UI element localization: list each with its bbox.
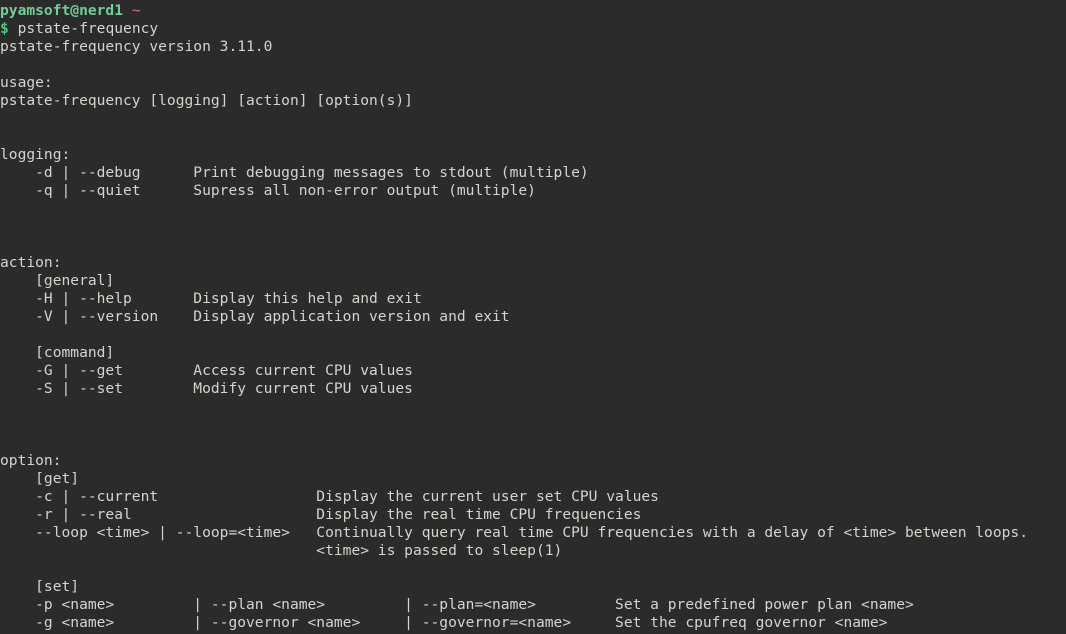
option-set-row: -g <name> | --governor <name> | --govern… [0,614,888,631]
option-get-label: [get] [0,470,80,487]
prompt-user-host: pyamsoft@nerd1 [0,2,124,19]
prompt-line: pyamsoft@nerd1 ~ [0,2,1066,20]
logging-row: -q | --quiet Supress all non-error outpu… [0,182,536,199]
action-command-label: [command] [0,344,115,361]
option-get-row: -r | --real Display the real time CPU fr… [0,506,642,523]
action-general-row: -V | --version Display application versi… [0,308,510,325]
prompt-symbol: $ [0,20,9,37]
command-line[interactable]: $ pstate-frequency [0,20,1066,38]
logging-header: logging: [0,146,71,163]
terminal-window[interactable]: pyamsoft@nerd1 ~ $ pstate-frequency psta… [0,0,1066,634]
usage-header: usage: [0,74,53,91]
version-line: pstate-frequency version 3.11.0 [0,38,273,55]
option-set-row: -p <name> | --plan <name> | --plan=<name… [0,596,914,613]
action-header: action: [0,254,62,271]
command-text: pstate-frequency [17,20,159,37]
option-get-row: --loop <time> | --loop=<time> Continuall… [0,524,1028,541]
action-command-row: -S | --set Modify current CPU values [0,380,413,397]
logging-row: -d | --debug Print debugging messages to… [0,164,589,181]
option-get-row: -c | --current Display the current user … [0,488,659,505]
prompt-path: ~ [131,2,141,19]
action-general-label: [general] [0,272,115,289]
option-set-label: [set] [0,578,80,595]
usage-line: pstate-frequency [logging] [action] [opt… [0,92,413,109]
action-general-row: -H | --help Display this help and exit [0,290,422,307]
option-header: option: [0,452,62,469]
action-command-row: -G | --get Access current CPU values [0,362,413,379]
option-get-row-continuation: <time> is passed to sleep(1) [0,542,563,559]
